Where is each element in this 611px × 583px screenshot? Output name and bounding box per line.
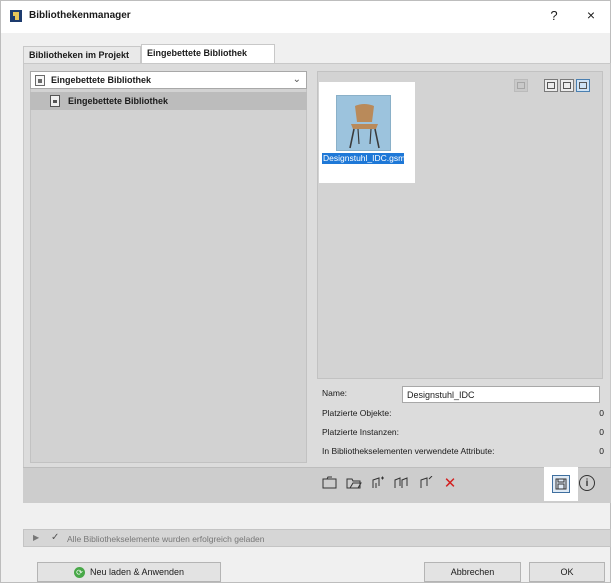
chair-icon xyxy=(349,104,380,149)
title-bar: Bibliothekenmanager ? × xyxy=(1,1,610,33)
tree-item-label: Eingebettete Bibliothek xyxy=(68,96,169,106)
name-row: Name: Designstuhl_IDC xyxy=(322,386,604,403)
embedded-library-icon xyxy=(50,95,60,107)
library-app-icon xyxy=(10,10,22,22)
tab-embedded-library[interactable]: Eingebettete Bibliothek xyxy=(141,44,275,63)
status-message: Alle Bibliothekselemente wurden erfolgre… xyxy=(67,534,265,544)
placed-instances-label: Platzierte Instanzen: xyxy=(322,427,400,437)
placed-instances-value: 0 xyxy=(599,427,604,437)
save-icon[interactable] xyxy=(544,467,578,501)
used-attributes-label: In Bibliothekselementen verwendete Attri… xyxy=(322,446,495,456)
reload-apply-label: Neu laden & Anwenden xyxy=(89,567,185,577)
check-icon: ✓ xyxy=(51,532,60,543)
placed-instances-row: Platzierte Instanzen: 0 xyxy=(322,425,604,439)
open-folder-icon[interactable] xyxy=(345,474,363,492)
library-tree-pane xyxy=(30,71,307,463)
name-label: Name: xyxy=(322,388,348,398)
library-object-tile[interactable]: Designstuhl_IDC.gsm xyxy=(319,82,415,183)
delete-icon[interactable]: ✕ xyxy=(441,474,459,492)
reload-icon: ⟳ xyxy=(73,566,85,578)
placed-objects-value: 0 xyxy=(599,408,604,418)
object-edit-icon[interactable] xyxy=(417,474,435,492)
ok-button[interactable]: OK xyxy=(529,562,605,582)
columns-view-icon[interactable] xyxy=(560,79,574,92)
status-bar: ▶ ✓ Alle Bibliothekselemente wurden erfo… xyxy=(23,529,611,547)
library-manager-window: Bibliothekenmanager ? × Bibliotheken im … xyxy=(0,0,611,583)
cancel-button[interactable]: Abbrechen xyxy=(424,562,521,582)
object-duplicate-icon[interactable] xyxy=(393,474,411,492)
thumbnail-view-icon[interactable] xyxy=(576,79,590,92)
chair-thumbnail xyxy=(336,95,391,151)
reload-apply-button[interactable]: ⟳ Neu laden & Anwenden xyxy=(37,562,221,582)
library-object-label: Designstuhl_IDC.gsm xyxy=(322,153,406,164)
expand-arrow-icon[interactable]: ▶ xyxy=(33,533,39,542)
placed-objects-label: Platzierte Objekte: xyxy=(322,408,392,418)
library-selector-dropdown[interactable]: Eingebettete Bibliothek ⌄ xyxy=(30,71,307,89)
help-button[interactable]: ? xyxy=(547,8,561,23)
add-file-icon[interactable] xyxy=(321,474,339,492)
bottom-toolbar xyxy=(23,467,611,503)
placed-objects-row: Platzierte Objekte: 0 xyxy=(322,406,604,420)
window-title: Bibliothekenmanager xyxy=(29,10,131,21)
name-field[interactable]: Designstuhl_IDC xyxy=(402,386,600,403)
library-selector-value: Eingebettete Bibliothek xyxy=(51,75,152,85)
used-attributes-value: 0 xyxy=(599,446,604,456)
close-button[interactable]: × xyxy=(584,7,598,23)
list-view-icon[interactable] xyxy=(544,79,558,92)
object-add-icon[interactable] xyxy=(369,474,387,492)
tab-libraries-in-project[interactable]: Bibliotheken im Projekt xyxy=(23,46,141,63)
chevron-down-icon: ⌄ xyxy=(292,74,301,85)
folder-view-icon[interactable] xyxy=(514,79,528,92)
info-icon[interactable]: i xyxy=(579,475,595,491)
used-attributes-row: In Bibliothekselementen verwendete Attri… xyxy=(322,444,604,458)
tree-item-embedded-library[interactable]: Eingebettete Bibliothek xyxy=(30,92,307,110)
embedded-library-icon xyxy=(35,75,45,86)
